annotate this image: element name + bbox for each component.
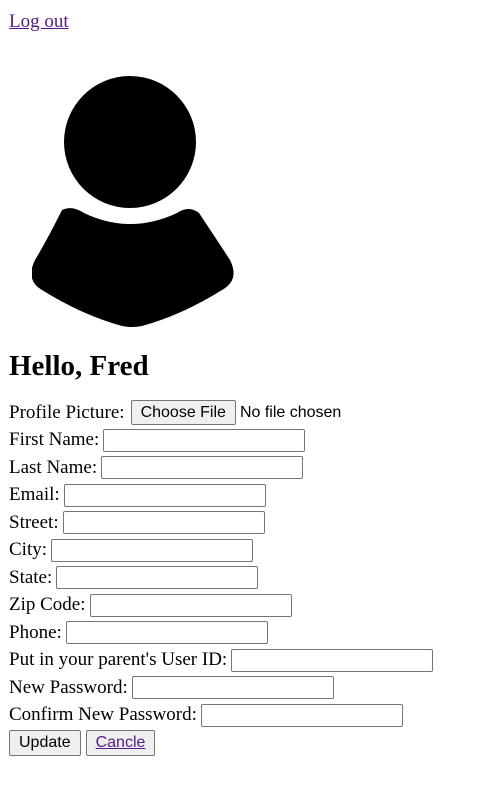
last-name-label: Last Name: <box>9 456 98 478</box>
profile-picture-label: Profile Picture: <box>9 401 125 423</box>
new-password-field[interactable] <box>131 676 334 700</box>
first-name-row: First Name: <box>9 427 478 455</box>
phone-row: Phone: <box>9 619 478 647</box>
state-label: State: <box>9 566 53 588</box>
state-field[interactable] <box>56 566 259 590</box>
street-label: Street: <box>9 511 59 533</box>
user-silhouette-icon <box>32 76 234 327</box>
phone-label: Phone: <box>9 621 62 643</box>
city-field[interactable] <box>51 538 254 562</box>
logout-link[interactable]: Log out <box>9 10 69 33</box>
profile-page: Log out Hello, Fred Profile Picture: Cho… <box>0 0 487 756</box>
profile-form: Profile Picture: Choose File No file cho… <box>9 399 478 756</box>
email-row: Email: <box>9 482 478 510</box>
form-actions: Update Cancle <box>9 730 478 756</box>
new-password-label: New Password: <box>9 676 128 698</box>
city-label: City: <box>9 539 48 561</box>
zip-code-field[interactable] <box>89 593 292 617</box>
parent-user-id-row: Put in your parent's User ID: <box>9 647 478 675</box>
street-row: Street: <box>9 509 478 537</box>
last-name-row: Last Name: <box>9 454 478 482</box>
confirm-new-password-label: Confirm New Password: <box>9 704 197 726</box>
greeting-heading: Hello, Fred <box>9 350 149 382</box>
confirm-new-password-row: Confirm New Password: <box>9 702 478 730</box>
city-row: City: <box>9 537 478 565</box>
profile-picture-row: Profile Picture: Choose File No file cho… <box>9 399 478 427</box>
last-name-field[interactable] <box>101 456 304 480</box>
cancel-button[interactable]: Cancle <box>85 730 156 756</box>
confirm-new-password-field[interactable] <box>200 703 403 727</box>
state-row: State: <box>9 564 478 592</box>
update-button[interactable]: Update <box>9 730 81 756</box>
file-status-text: No file chosen <box>239 403 342 421</box>
email-label: Email: <box>9 484 60 506</box>
choose-file-button[interactable]: Choose File <box>130 400 236 426</box>
email-field[interactable] <box>63 483 266 507</box>
first-name-field[interactable] <box>103 428 306 452</box>
street-field[interactable] <box>62 511 265 535</box>
zip-code-row: Zip Code: <box>9 592 478 620</box>
new-password-row: New Password: <box>9 674 478 702</box>
zip-code-label: Zip Code: <box>9 594 86 616</box>
parent-user-id-label: Put in your parent's User ID: <box>9 649 228 671</box>
parent-user-id-field[interactable] <box>231 648 434 672</box>
first-name-label: First Name: <box>9 429 100 451</box>
phone-field[interactable] <box>65 621 268 645</box>
